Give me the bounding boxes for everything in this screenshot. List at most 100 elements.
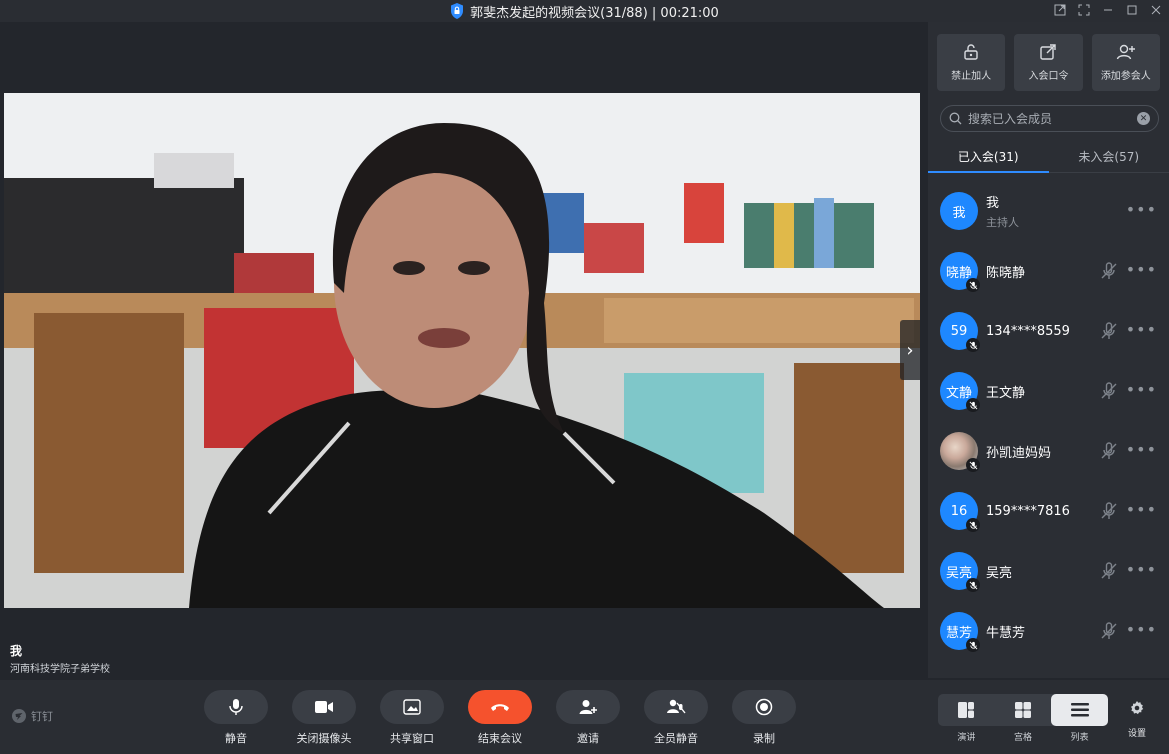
mic-muted-badge-icon [966, 338, 980, 352]
mic-off-icon[interactable] [1099, 441, 1119, 461]
window-title: 郭斐杰发起的视频会议(31/88) | 00:21:00 [470, 5, 719, 21]
mute-button[interactable]: 静音 [204, 690, 268, 746]
member-row[interactable]: 16 159****7816 ••• [928, 481, 1169, 541]
mic-off-icon[interactable] [1099, 501, 1119, 521]
avatar: 16 [940, 492, 980, 532]
list-layout-icon [1070, 703, 1089, 717]
more-options-icon[interactable]: ••• [1126, 562, 1157, 578]
end-meeting-button[interactable]: 结束会议 [468, 690, 532, 746]
avatar: 59 [940, 312, 980, 352]
settings-button[interactable]: 设置 [1128, 700, 1146, 739]
add-participant-button[interactable]: 添加参会人 [1091, 34, 1160, 91]
clear-search-icon[interactable]: ✕ [1137, 112, 1150, 125]
more-options-icon[interactable]: ••• [1126, 262, 1157, 278]
mute-all-pill[interactable] [644, 690, 708, 724]
share-screen-label: 共享窗口 [390, 732, 434, 745]
more-options-icon[interactable]: ••• [1126, 442, 1157, 458]
member-search-box: ✕ [940, 105, 1159, 132]
avatar-text: 吴亮 [945, 565, 972, 581]
member-info: 159****7816 [986, 504, 1070, 519]
mute-all-button[interactable]: 全员静音 [644, 690, 708, 746]
close-icon[interactable] [1149, 2, 1163, 18]
layout-switcher [938, 694, 1109, 726]
camera-pill[interactable] [292, 690, 356, 724]
avatar: 晓静 [940, 252, 980, 292]
layout-speaker-button[interactable] [938, 694, 995, 726]
avatar-photo [940, 432, 980, 472]
mic-off-icon[interactable] [1099, 561, 1119, 581]
mic-off-icon[interactable] [1099, 621, 1119, 641]
speaker-layout-icon [958, 702, 975, 718]
member-search-input[interactable] [968, 111, 1131, 126]
member-info: 牛慧芳 [986, 622, 1025, 641]
member-info: 王文静 [986, 382, 1025, 401]
layout-list-button[interactable] [1051, 694, 1109, 726]
share-screen-pill[interactable] [380, 690, 444, 724]
member-tabs: 已入会(31) 未入会(57) [928, 140, 1169, 173]
camera-button[interactable]: 关闭摄像头 [292, 690, 356, 746]
member-row[interactable]: 晓静 陈晓静 ••• [928, 241, 1169, 301]
meeting-window: 郭斐杰发起的视频会议(31/88) | 00:21:00 › 我 河南科技学院子… [0, 0, 1169, 754]
member-info: 陈晓静 [986, 262, 1025, 281]
tab-joined[interactable]: 已入会(31) [928, 140, 1049, 173]
hangup-icon [491, 704, 509, 711]
mic-off-icon[interactable] [1099, 261, 1119, 281]
settings-label: 设置 [1128, 729, 1147, 739]
avatar-text: 59 [950, 323, 968, 339]
chevron-right-icon: › [906, 339, 914, 361]
meeting-passcode-label: 入会口令 [1028, 71, 1069, 82]
share-screen-icon [403, 699, 421, 715]
invite-pill[interactable] [556, 690, 620, 724]
brand: 钉钉 [12, 708, 53, 724]
end-meeting-label: 结束会议 [478, 732, 522, 745]
more-options-icon[interactable]: ••• [1126, 322, 1157, 338]
member-name: 我 [986, 196, 1000, 211]
speaker-org: 河南科技学院子弟学校 [10, 664, 110, 675]
invite-button[interactable]: 邀请 [556, 690, 620, 746]
mic-muted-badge-icon [966, 638, 980, 652]
maximize-icon[interactable] [1125, 2, 1139, 18]
fullscreen-icon[interactable] [1077, 2, 1091, 18]
member-row[interactable]: 孙凯迪妈妈 ••• [928, 421, 1169, 481]
title-bar: 郭斐杰发起的视频会议(31/88) | 00:21:00 [0, 0, 1169, 22]
mic-muted-badge-icon [966, 578, 980, 592]
member-row[interactable]: 文静 王文静 ••• [928, 361, 1169, 421]
mic-off-icon[interactable] [1099, 321, 1119, 341]
member-row[interactable]: 慧芳 牛慧芳 ••• [928, 601, 1169, 661]
member-name: 吴亮 [986, 565, 1013, 581]
member-role: 主持人 [986, 216, 1019, 229]
mic-muted-badge-icon [966, 518, 980, 532]
lock-meeting-button[interactable]: 禁止加人 [937, 34, 1006, 91]
tab-not-joined[interactable]: 未入会(57) [1049, 140, 1169, 172]
more-options-icon[interactable]: ••• [1126, 502, 1157, 518]
minimize-icon[interactable] [1101, 2, 1115, 18]
more-options-icon[interactable]: ••• [1126, 622, 1157, 638]
share-screen-button[interactable]: 共享窗口 [380, 690, 444, 746]
unlock-icon [964, 44, 978, 60]
member-info: 我 主持人 [986, 192, 1019, 230]
member-row[interactable]: 吴亮 吴亮 ••• [928, 541, 1169, 601]
record-button[interactable]: 录制 [732, 690, 796, 746]
avatar-text: 16 [950, 503, 968, 519]
brand-name: 钉钉 [31, 710, 53, 723]
member-name: 牛慧芳 [986, 625, 1026, 641]
mute-pill[interactable] [204, 690, 268, 724]
record-pill[interactable] [732, 690, 796, 724]
share-external-icon [1040, 44, 1057, 60]
end-meeting-pill[interactable] [468, 690, 532, 724]
search-icon [949, 112, 962, 125]
more-options-icon[interactable]: ••• [1126, 202, 1157, 218]
layout-grid-button[interactable] [995, 694, 1052, 726]
member-info: 孙凯迪妈妈 [986, 442, 1051, 461]
member-row[interactable]: 59 134****8559 ••• [928, 301, 1169, 361]
invite-label: 邀请 [577, 732, 599, 745]
more-options-icon[interactable]: ••• [1126, 382, 1157, 398]
next-page-arrow[interactable]: › [900, 320, 920, 380]
mic-off-icon[interactable] [1099, 381, 1119, 401]
popout-icon[interactable] [1053, 2, 1067, 18]
window-title-group: 郭斐杰发起的视频会议(31/88) | 00:21:00 [450, 2, 719, 21]
meeting-passcode-button[interactable]: 入会口令 [1014, 34, 1083, 91]
member-info: 134****8559 [986, 324, 1070, 339]
member-row[interactable]: 我 我 主持人 ••• [928, 181, 1169, 241]
member-list: 我 我 主持人 ••• 晓静 陈晓静 ••• 59 134****8559 ••… [928, 173, 1169, 661]
